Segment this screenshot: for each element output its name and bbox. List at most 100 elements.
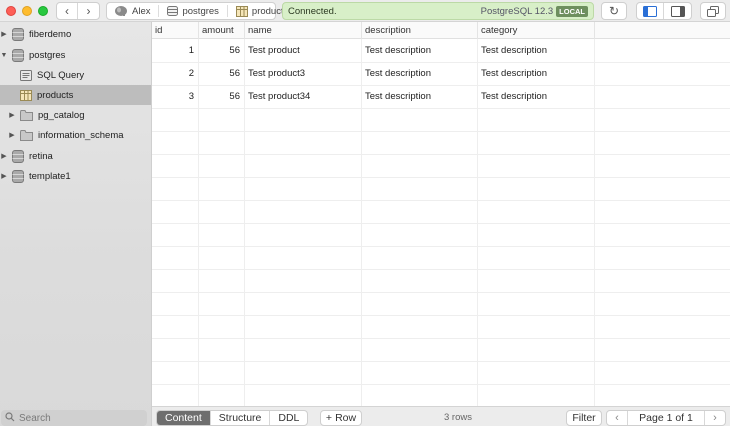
database-icon	[12, 169, 24, 183]
forward-button[interactable]: ›	[78, 3, 99, 19]
add-row-button[interactable]: + Row	[320, 410, 362, 426]
column-header-id[interactable]: id	[152, 22, 199, 39]
cell-id[interactable]: 1	[152, 39, 198, 62]
bottom-bar: Content Structure DDL + Row 3 rows Filte…	[152, 406, 730, 426]
refresh-button[interactable]: ↻	[601, 2, 627, 20]
new-window-button[interactable]	[700, 2, 726, 20]
sidebar-item-label: postgres	[29, 49, 66, 61]
breadcrumb-database[interactable]: postgres	[164, 4, 230, 18]
cell-amount[interactable]: 56	[198, 85, 244, 108]
sidebar-item-label: pg_catalog	[38, 109, 85, 121]
local-badge: LOCAL	[556, 5, 588, 17]
column-header-name[interactable]: name	[245, 22, 362, 39]
grid-header: id amount name description category	[152, 22, 730, 39]
toggle-right-panel-button[interactable]	[664, 3, 691, 19]
sidebar-item-label: retina	[29, 150, 53, 162]
sidebar-item-postgres[interactable]: ▼ postgres	[0, 45, 151, 65]
cell-id[interactable]: 3	[152, 85, 198, 108]
sidebar-item-information-schema[interactable]: ▶ information_schema	[0, 125, 151, 145]
column-header-category[interactable]: category	[478, 22, 595, 39]
breadcrumb-connection[interactable]: Alex	[111, 4, 162, 18]
cell-id[interactable]: 2	[152, 62, 198, 85]
sidebar-item-pg-catalog[interactable]: ▶ pg_catalog	[0, 105, 151, 125]
table-row[interactable]: 3 56 Test product34 Test description Tes…	[152, 85, 730, 108]
sidebar-item-template1[interactable]: ▶ template1	[0, 166, 151, 186]
cell-amount[interactable]: 56	[198, 62, 244, 85]
disclosure-collapsed-icon[interactable]: ▶	[0, 152, 8, 160]
toolbar: ‹ › Alex postgres products Connected. Po…	[0, 0, 730, 22]
row-count: 3 rows	[444, 412, 472, 423]
connection-status-text: Connected.	[288, 5, 337, 17]
refresh-icon: ↻	[608, 4, 620, 18]
tab-structure[interactable]: Structure	[211, 411, 271, 425]
database-icon	[12, 27, 24, 41]
tab-ddl[interactable]: DDL	[270, 411, 307, 425]
chevron-left-icon: ‹	[615, 412, 619, 424]
cell-description[interactable]: Test description	[362, 62, 477, 85]
cell-category[interactable]: Test description	[478, 85, 594, 108]
disclosure-expanded-icon[interactable]: ▼	[0, 52, 8, 59]
chevron-right-icon: ›	[86, 4, 91, 18]
disclosure-collapsed-icon[interactable]: ▶	[0, 172, 8, 180]
next-page-button[interactable]: ›	[705, 412, 725, 424]
sidebar-item-fiberdemo[interactable]: ▶ fiberdemo	[0, 24, 151, 44]
sidebar-item-label: SQL Query	[37, 69, 85, 81]
toggle-left-panel-button[interactable]	[637, 3, 665, 19]
disclosure-collapsed-icon[interactable]: ▶	[8, 131, 16, 139]
windows-icon	[707, 5, 719, 17]
filter-button[interactable]: Filter	[566, 410, 602, 426]
folder-icon	[20, 109, 33, 121]
folder-icon	[20, 129, 33, 141]
sidebar-item-label: fiberdemo	[29, 28, 72, 40]
table-icon	[235, 5, 248, 17]
breadcrumb: Alex postgres products	[106, 2, 288, 20]
sql-query-icon	[20, 69, 32, 81]
navigation-buttons: ‹ ›	[56, 2, 100, 20]
sidebar: ▶ fiberdemo ▼ postgres SQL Query product…	[0, 22, 152, 426]
disclosure-collapsed-icon[interactable]: ▶	[0, 30, 8, 38]
sidebar-item-products[interactable]: products	[0, 85, 151, 105]
left-panel-icon	[643, 5, 657, 17]
sidebar-item-label: products	[37, 89, 74, 101]
chevron-right-icon: ›	[713, 412, 717, 424]
breadcrumb-label: Alex	[132, 5, 151, 17]
disclosure-collapsed-icon[interactable]: ▶	[8, 111, 16, 119]
cell-category[interactable]: Test description	[478, 62, 594, 85]
previous-page-button[interactable]: ‹	[607, 412, 627, 424]
server-version: PostgreSQL 12.3	[480, 5, 554, 17]
connection-status-bar: Connected. PostgreSQL 12.3 LOCAL	[282, 2, 594, 20]
page-indicator: Page 1 of 1	[627, 411, 705, 425]
column-header-description[interactable]: description	[362, 22, 478, 39]
back-button[interactable]: ‹	[57, 3, 79, 19]
pagination: ‹ Page 1 of 1 ›	[606, 410, 726, 426]
column-header-amount[interactable]: amount	[199, 22, 245, 39]
tab-content[interactable]: Content	[157, 411, 211, 425]
cell-name[interactable]: Test product	[245, 39, 361, 62]
minimize-window-button[interactable]	[22, 6, 32, 16]
cell-category[interactable]: Test description	[478, 39, 594, 62]
chevron-left-icon: ‹	[65, 4, 69, 18]
cell-name[interactable]: Test product34	[245, 85, 361, 108]
sidebar-search-field[interactable]: Search	[1, 410, 147, 426]
breadcrumb-label: postgres	[182, 5, 219, 17]
add-row-label: Row	[335, 412, 357, 424]
plus-icon: +	[325, 412, 333, 424]
sidebar-item-sql-query[interactable]: SQL Query	[0, 65, 151, 85]
view-tabs: Content Structure DDL	[156, 410, 309, 426]
database-icon	[167, 6, 179, 16]
table-row[interactable]: 1 56 Test product Test description Test …	[152, 39, 730, 62]
cell-name[interactable]: Test product3	[245, 62, 361, 85]
table-row[interactable]: 2 56 Test product3 Test description Test…	[152, 62, 730, 85]
data-grid: id amount name description category 1 56…	[152, 22, 730, 406]
database-icon	[12, 48, 24, 62]
zoom-window-button[interactable]	[38, 6, 48, 16]
sidebar-item-retina[interactable]: ▶ retina	[0, 146, 151, 166]
search-placeholder: Search	[19, 412, 51, 424]
cell-description[interactable]: Test description	[362, 85, 477, 108]
sidebar-item-label: template1	[29, 170, 71, 182]
elephant-icon	[115, 6, 127, 16]
cell-description[interactable]: Test description	[362, 39, 477, 62]
cell-amount[interactable]: 56	[198, 39, 244, 62]
right-panel-icon	[670, 5, 685, 17]
close-window-button[interactable]	[6, 6, 16, 16]
